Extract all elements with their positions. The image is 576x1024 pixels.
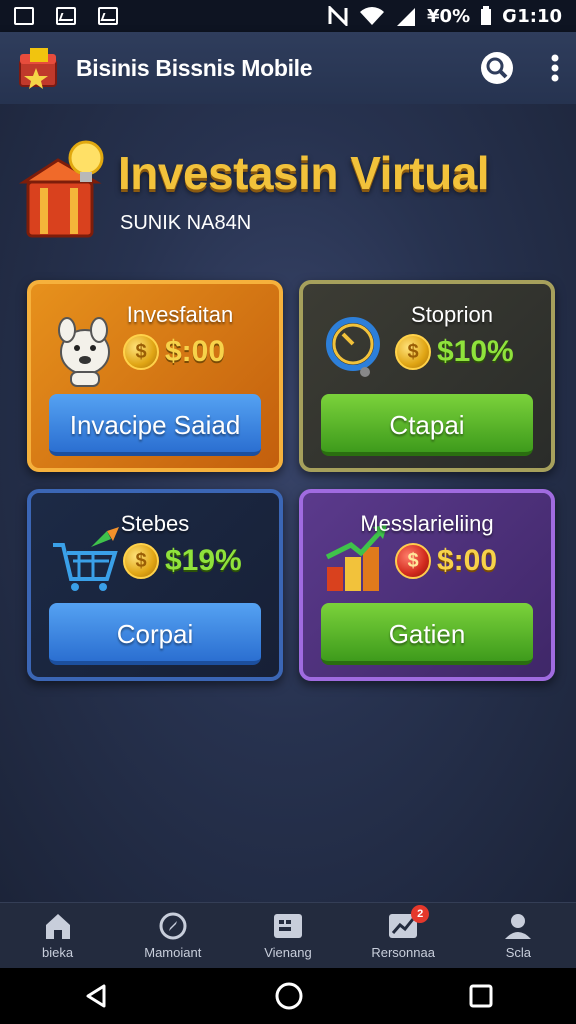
nav-item-chart[interactable]: 2 Rersonnaa (353, 905, 453, 960)
clock: Ԍ1:10 (502, 5, 562, 27)
action-button[interactable]: Gatien (321, 603, 533, 665)
back-icon[interactable] (82, 982, 110, 1010)
card-value: $:00 (165, 335, 226, 368)
nav-label: Mamoiant (144, 945, 202, 960)
invest-button[interactable]: Invacipe Saiad (49, 394, 261, 456)
nav-label: Rersonnaa (371, 945, 435, 960)
recents-icon[interactable] (468, 983, 494, 1009)
card-title: Stoprion (411, 302, 493, 327)
hero-subtitle: SUNIK NA84N (120, 212, 252, 234)
wifi-icon (360, 7, 385, 25)
more-vert-icon[interactable] (550, 54, 560, 82)
notification-badge: 2 (411, 905, 430, 923)
card-title: Invesfaitan (126, 302, 234, 327)
profile-icon (505, 914, 532, 939)
nav-item-compass[interactable]: Mamoiant (123, 911, 223, 960)
card-value: $10% (437, 335, 514, 368)
card-value: $19% (165, 544, 242, 577)
photo-icon (98, 7, 118, 25)
nav-label: Vienang (264, 945, 312, 960)
nfc-icon (328, 6, 348, 26)
home-icon (45, 914, 70, 939)
card-title: Messlarieliing (360, 511, 494, 536)
system-navigation (0, 968, 576, 1024)
app-logo-icon (16, 44, 64, 92)
app-title: Bisinis Bissnis Mobile (76, 54, 313, 81)
action-button[interactable]: Corpai (49, 603, 261, 665)
investment-card-1: Invesfaitan $ $:00 Invacipe Saiad (27, 280, 283, 472)
search-icon[interactable] (480, 51, 514, 85)
app-bar: Bisinis Bissnis Mobile (0, 32, 576, 104)
battery-text: ¥0% (427, 5, 471, 27)
status-bar: ¥0% Ԍ1:10 (0, 0, 576, 32)
hero-banner: Investasin Virtual SUNIK NA84N (18, 136, 558, 246)
investment-card-3: Stebes $ $19% Corpai (27, 489, 283, 681)
treasure-chest-icon (18, 136, 114, 246)
main-content: Investasin Virtual SUNIK NA84N Invesfait… (0, 104, 576, 902)
red-dollar-coin-icon: $ (395, 543, 431, 579)
hero-title: Investasin Virtual (118, 147, 490, 199)
notification-icon (14, 7, 34, 25)
card-value: $:00 (437, 544, 498, 577)
signal-icon (397, 8, 416, 26)
battery-icon (481, 6, 492, 25)
dollar-coin-icon: $ (123, 543, 159, 579)
investment-card-4: Messlarieliing $ $:00 Gatien (299, 489, 555, 681)
nav-item-dashboard[interactable]: Vienang (238, 911, 338, 960)
action-button[interactable]: Ctapai (321, 394, 533, 456)
bottom-navigation: bieka Mamoiant Vienang 2 Rersonnaa Scla (0, 902, 576, 968)
nav-item-profile[interactable]: Scla (468, 911, 568, 960)
dollar-coin-icon: $ (395, 334, 431, 370)
home-circle-icon[interactable] (274, 981, 304, 1011)
card-title: Stebes (120, 511, 190, 536)
compass-icon (159, 912, 187, 940)
nav-label: Scla (505, 945, 531, 960)
image-icon (56, 7, 76, 25)
nav-item-home[interactable]: bieka (8, 911, 108, 960)
investment-card-2: Stoprion $ $10% Ctapai (299, 280, 555, 472)
dashboard-icon (273, 914, 302, 938)
nav-label: bieka (42, 945, 74, 960)
dollar-coin-icon: $ (123, 334, 159, 370)
